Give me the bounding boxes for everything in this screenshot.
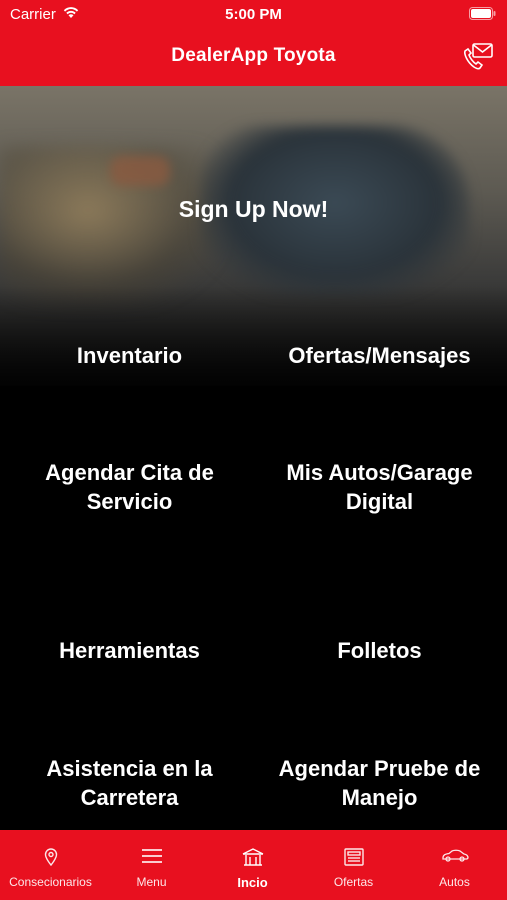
tab-label: Incio — [237, 875, 268, 890]
dealership-building-icon — [242, 848, 264, 871]
menu-item-herramientas[interactable]: Herramientas — [3, 636, 256, 665]
car-icon — [441, 848, 469, 867]
tab-label: Ofertas — [333, 875, 374, 889]
top-bar: Carrier 5:00 PM DealerApp Toyota — [0, 0, 507, 86]
tab-label: Consecionarios — [9, 875, 92, 889]
tab-label: Menu — [136, 875, 167, 889]
tab-label: Autos — [439, 875, 470, 889]
tab-incio[interactable]: Incio — [202, 830, 303, 900]
newspaper-icon — [343, 848, 364, 871]
menu-item-asistencia[interactable]: Asistencia en la Carretera — [3, 754, 256, 812]
app-title: DealerApp Toyota — [171, 45, 336, 66]
tab-autos[interactable]: Autos — [404, 830, 505, 900]
hamburger-menu-icon — [141, 848, 163, 869]
location-pin-icon — [44, 848, 58, 871]
menu-item-mis-autos[interactable]: Mis Autos/Garage Digital — [253, 458, 506, 516]
tab-bar: Consecionarios Menu Incio Ofertas Autos — [0, 830, 507, 900]
clock: 5:00 PM — [225, 6, 282, 23]
menu-item-ofertas-mensajes[interactable]: Ofertas/Mensajes — [253, 341, 506, 370]
tab-menu[interactable]: Menu — [101, 830, 202, 900]
home-content: Sign Up Now! Inventario Ofertas/Mensajes… — [0, 86, 507, 830]
status-bar: Carrier 5:00 PM — [0, 0, 507, 28]
tab-ofertas[interactable]: Ofertas — [303, 830, 404, 900]
menu-item-inventario[interactable]: Inventario — [3, 341, 256, 370]
menu-item-prueba-manejo[interactable]: Agendar Pruebe de Manejo — [253, 754, 506, 812]
tab-consecionarios[interactable]: Consecionarios — [0, 830, 101, 900]
signup-button[interactable]: Sign Up Now! — [0, 196, 507, 223]
phone-mail-icon[interactable] — [461, 42, 495, 72]
battery-icon — [469, 7, 497, 24]
menu-item-agendar-cita[interactable]: Agendar Cita de Servicio — [3, 458, 256, 516]
menu-item-folletos[interactable]: Folletos — [253, 636, 506, 665]
